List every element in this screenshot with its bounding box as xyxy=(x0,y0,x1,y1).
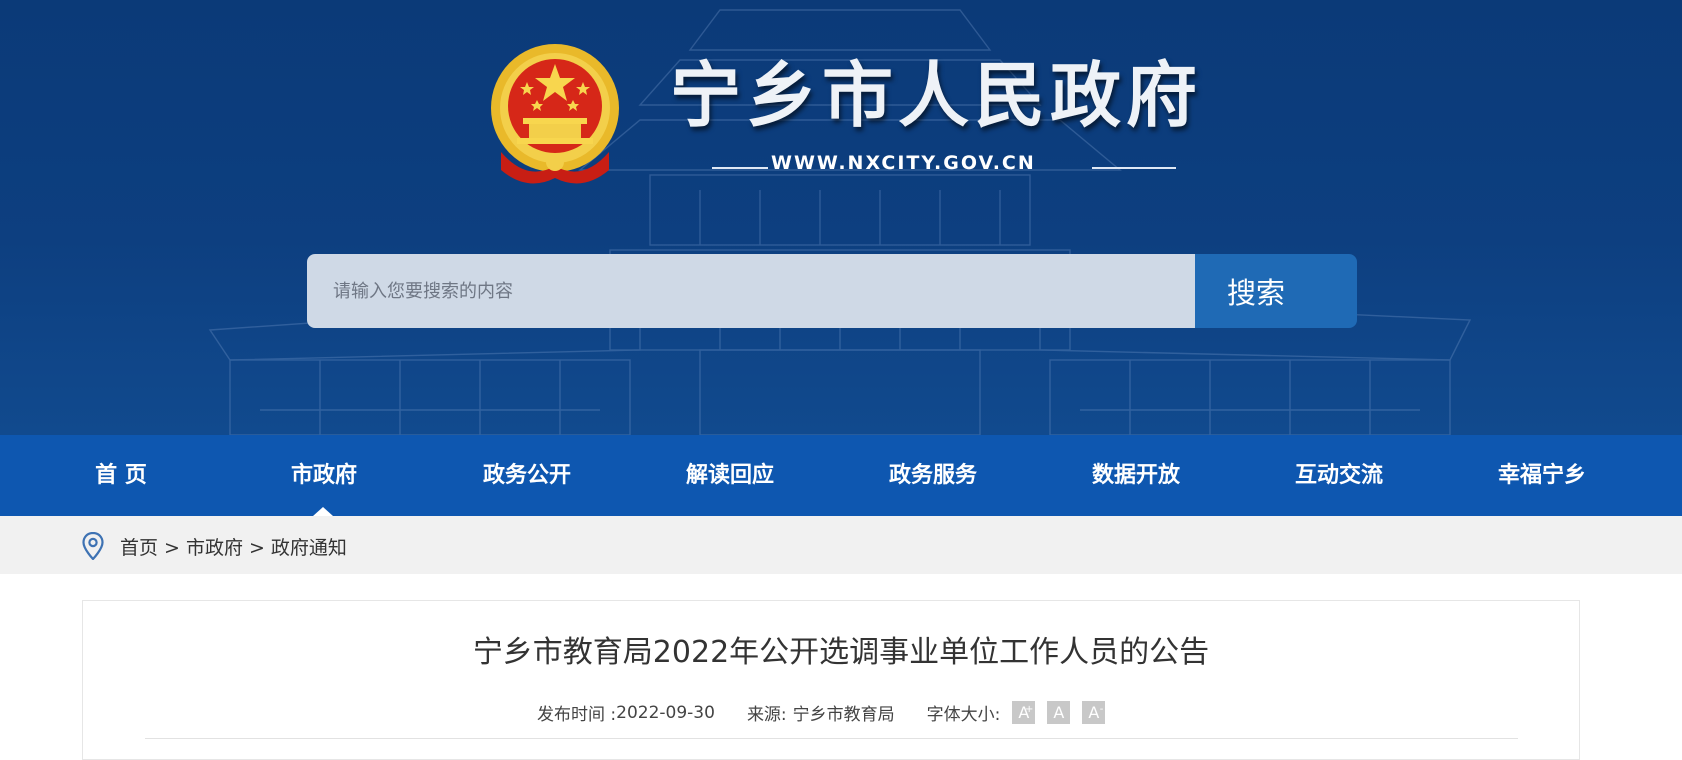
publish-date: 2022-09-30 xyxy=(616,702,715,723)
url-divider-right xyxy=(1092,167,1176,169)
breadcrumb: 首页 > 市政府 > 政府通知 xyxy=(120,533,347,560)
search-bar: 搜索 xyxy=(307,254,1357,328)
nav-item-open-data[interactable]: 数据开放 xyxy=(1061,435,1211,516)
article-title: 宁乡市教育局2022年公开选调事业单位工作人员的公告 xyxy=(472,635,1210,670)
breadcrumb-city-gov[interactable]: 市政府 xyxy=(186,537,243,559)
source-label: 来源: xyxy=(746,705,787,725)
nav-item-interpret[interactable]: 解读回应 xyxy=(655,435,805,516)
header-banner: 宁乡市人民政府 WWW.NXCITY.GOV.CN 搜索 xyxy=(0,0,1682,435)
search-input[interactable] xyxy=(307,254,1195,328)
breadcrumb-home[interactable]: 首页 xyxy=(120,537,158,559)
nav-item-home[interactable]: 首 页 xyxy=(46,435,196,516)
nav-item-city-gov[interactable]: 市政府 xyxy=(249,435,399,516)
nav-item-interaction[interactable]: 互动交流 xyxy=(1264,435,1414,516)
nav-item-services[interactable]: 政务服务 xyxy=(858,435,1008,516)
nav-item-happy-ningxiang[interactable]: 幸福宁乡 xyxy=(1467,435,1617,516)
meta-divider xyxy=(145,738,1518,739)
national-emblem-icon xyxy=(491,44,619,184)
nav-item-gov-affairs[interactable]: 政务公开 xyxy=(452,435,602,516)
font-size-default-button[interactable]: A xyxy=(1047,701,1071,724)
article-panel xyxy=(82,600,1580,760)
search-button[interactable]: 搜索 xyxy=(1195,254,1357,328)
font-size-label: 字体大小: xyxy=(926,705,1001,725)
url-divider-left xyxy=(712,167,768,169)
breadcrumb-separator: > xyxy=(248,537,265,559)
font-size-decrease-button[interactable]: A- xyxy=(1082,701,1106,724)
source-value: 宁乡市教育局 xyxy=(792,705,895,725)
publish-label: 发布时间 : xyxy=(537,705,617,725)
article-meta: 发布时间 : 2022-09-30 来源: 宁乡市教育局 字体大小: A + A … xyxy=(537,700,1106,725)
site-title: 宁乡市人民政府 xyxy=(670,54,1203,137)
font-size-increase-button[interactable]: A + xyxy=(1012,701,1036,724)
breadcrumb-separator: > xyxy=(164,537,180,559)
site-url: WWW.NXCITY.GOV.CN xyxy=(771,152,1036,174)
active-nav-indicator xyxy=(313,507,333,516)
main-nav: 首 页 市政府 政务公开 解读回应 政务服务 数据开放 互动交流 幸福宁乡 xyxy=(0,435,1682,516)
location-pin-icon xyxy=(82,532,104,560)
breadcrumb-gov-notice[interactable]: 政府通知 xyxy=(271,537,347,559)
